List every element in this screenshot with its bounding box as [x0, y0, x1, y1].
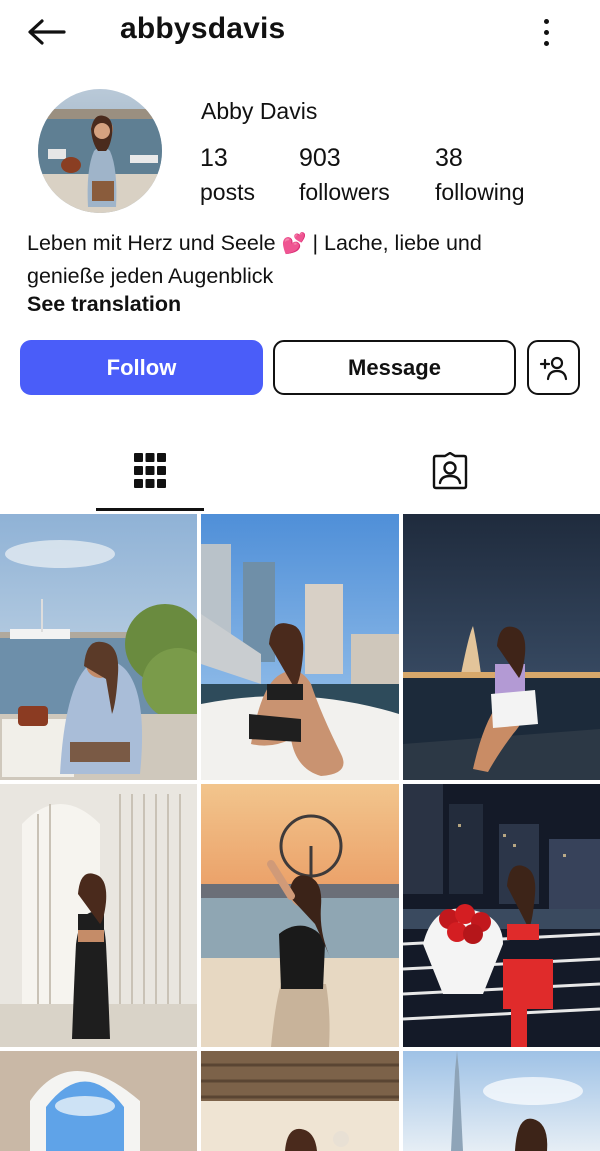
followers-label: followers: [299, 179, 390, 205]
tagged-person-icon: [432, 452, 468, 490]
back-button[interactable]: [24, 14, 68, 50]
heart-emoji: 💕: [281, 233, 307, 255]
profile-display-name: Abby Davis: [201, 98, 318, 124]
more-vertical-icon: [543, 18, 549, 24]
profile-bio: Leben mit Herz und Seele 💕 | Lache, lieb…: [27, 227, 587, 292]
follow-button[interactable]: Follow: [20, 340, 263, 395]
post-thumbnail[interactable]: [0, 1051, 197, 1151]
more-options-button[interactable]: [532, 12, 560, 52]
grid-icon: [134, 453, 166, 488]
content-tabs: [0, 440, 600, 512]
post-thumbnail[interactable]: [201, 784, 399, 1047]
bio-text-start: Leben mit Herz und Seele: [27, 231, 276, 255]
tab-posts-grid[interactable]: [96, 440, 204, 512]
selected-tab-indicator: [96, 508, 204, 511]
tab-tagged[interactable]: [396, 440, 504, 512]
add-user-icon: [539, 356, 567, 380]
posts-count: 13: [200, 144, 228, 172]
arrow-left-icon: [28, 19, 66, 45]
following-stat[interactable]: 38 following: [435, 143, 525, 207]
post-thumbnail[interactable]: [0, 514, 197, 780]
bio-line-2: genieße jeden Augenblick: [27, 264, 274, 288]
see-translation-link[interactable]: See translation: [27, 292, 181, 317]
post-thumbnail[interactable]: [403, 784, 600, 1047]
top-bar: abbysdavis: [0, 0, 600, 66]
post-thumbnail[interactable]: [403, 514, 600, 780]
bio-line-1: Leben mit Herz und Seele 💕 | Lache, lieb…: [27, 227, 587, 260]
posts-label: posts: [200, 179, 255, 205]
followers-stat[interactable]: 903 followers: [299, 143, 390, 207]
following-count: 38: [435, 144, 463, 172]
following-label: following: [435, 179, 525, 205]
post-thumbnail[interactable]: [201, 1051, 399, 1151]
post-thumbnail[interactable]: [0, 784, 197, 1047]
posts-stat: 13 posts: [200, 143, 255, 207]
more-dot: [543, 40, 549, 46]
followers-count: 903: [299, 144, 341, 172]
bio-text-end: | Lache, liebe und: [306, 231, 482, 255]
more-dot: [543, 29, 549, 35]
post-thumbnail[interactable]: [403, 1051, 600, 1151]
suggest-users-button[interactable]: [527, 340, 580, 395]
profile-avatar[interactable]: [38, 89, 162, 213]
profile-username: abbysdavis: [120, 12, 286, 45]
message-button[interactable]: Message: [273, 340, 516, 395]
post-thumbnail[interactable]: [201, 514, 399, 780]
